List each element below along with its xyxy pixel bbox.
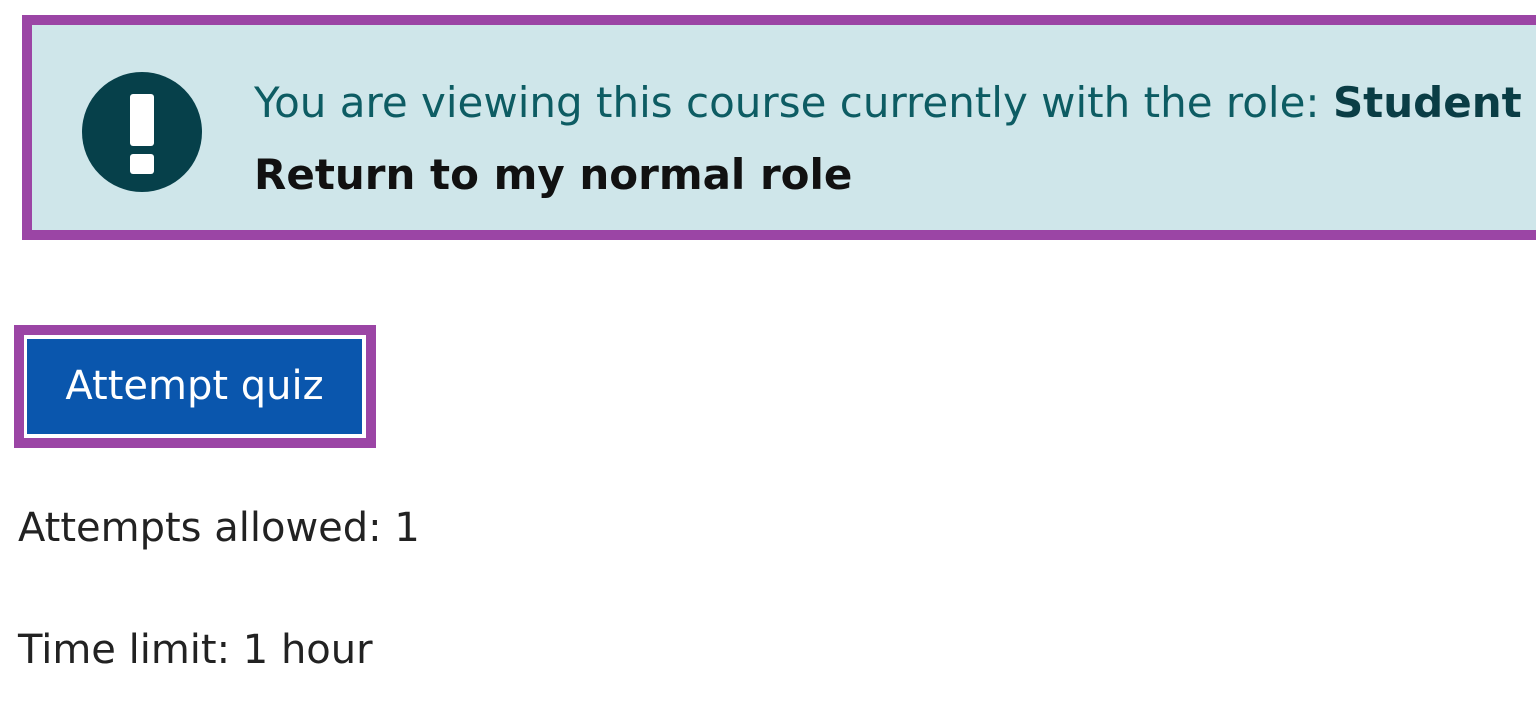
quiz-page: You are viewing this course currently wi… (0, 0, 1536, 722)
role-message: You are viewing this course currently wi… (254, 79, 1522, 127)
attempts-allowed: Attempts allowed: 1 (18, 505, 420, 551)
attempt-quiz-highlight: Attempt quiz (14, 325, 376, 448)
attempt-quiz-button[interactable]: Attempt quiz (27, 339, 362, 434)
time-limit: Time limit: 1 hour (18, 627, 373, 673)
role-message-text: You are viewing this course currently wi… (254, 78, 1333, 127)
exclamation-circle-icon (82, 72, 202, 192)
role-name: Student (1332, 78, 1522, 127)
role-alert: You are viewing this course currently wi… (22, 15, 1536, 240)
return-to-normal-role-link[interactable]: Return to my normal role (254, 151, 852, 199)
